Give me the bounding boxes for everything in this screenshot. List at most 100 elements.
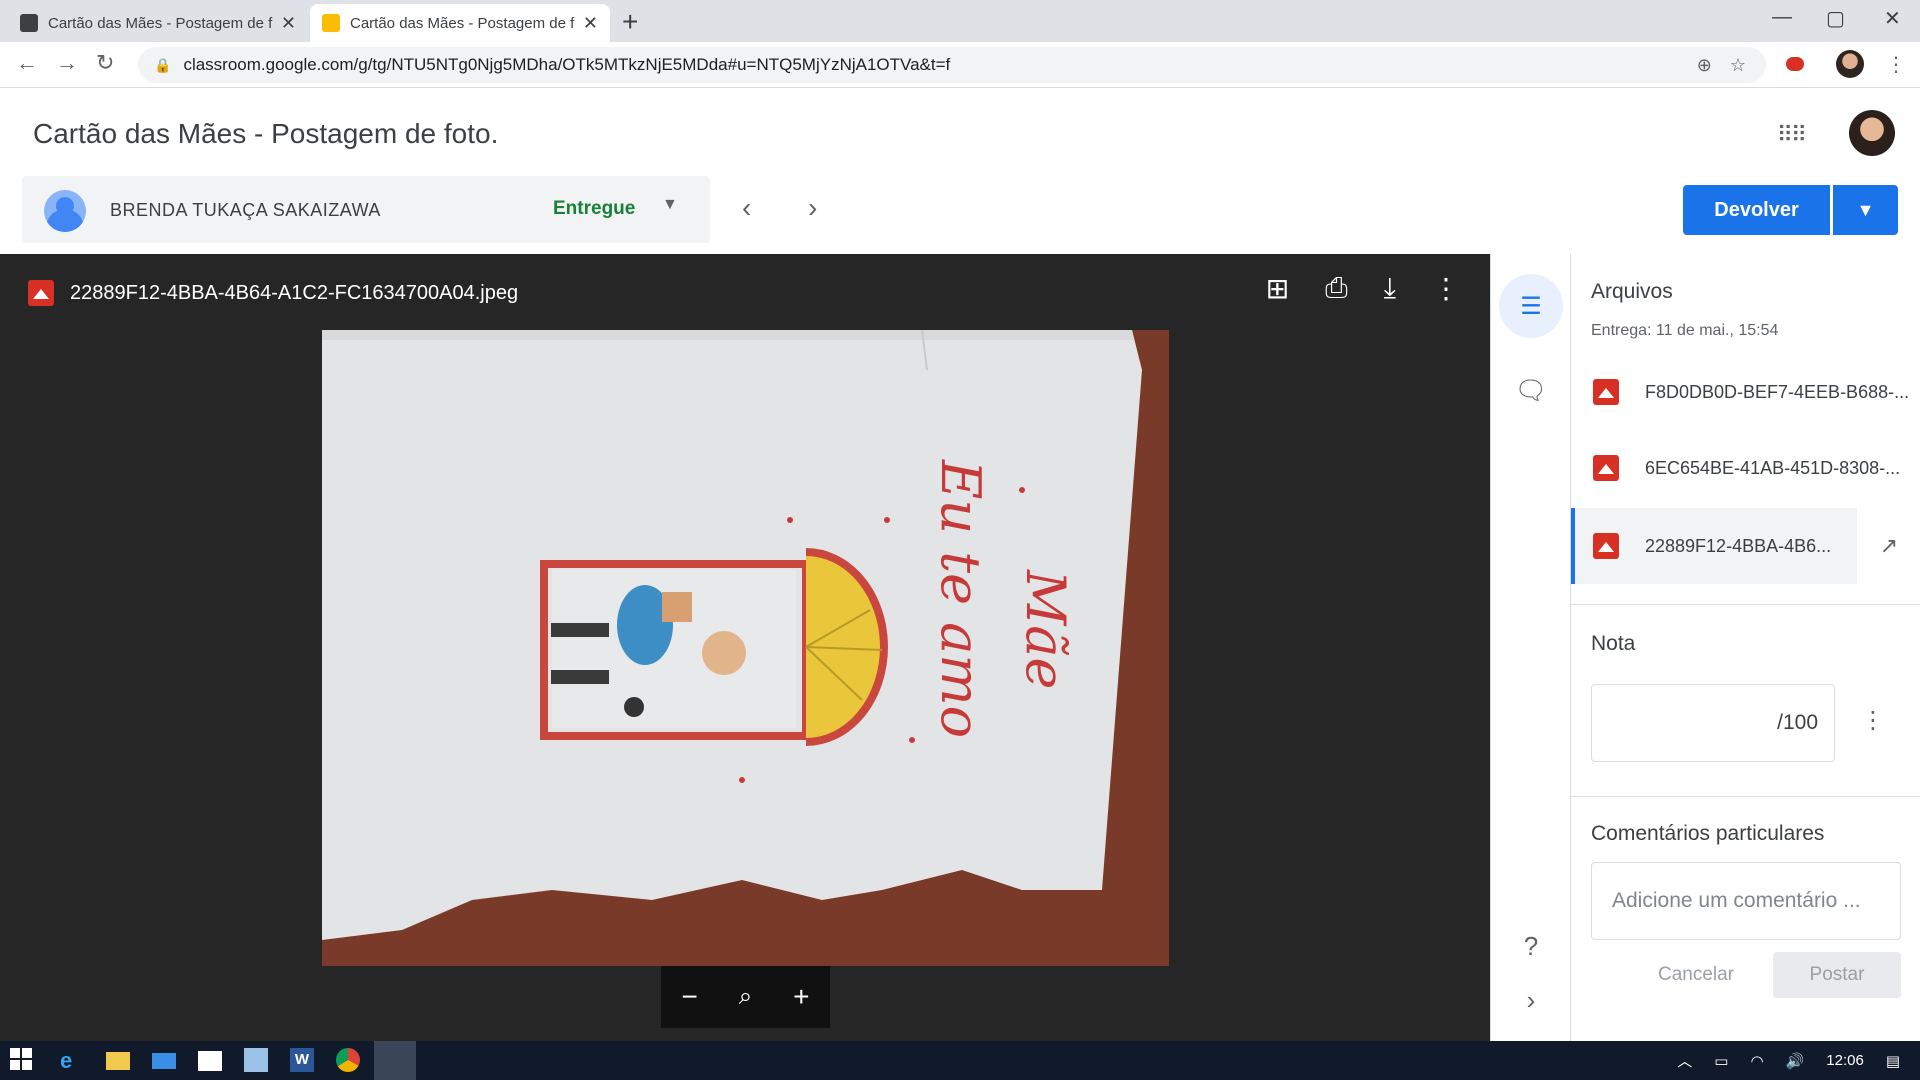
file-item[interactable]: 6EC654BE-41AB-451D-8308-...	[1571, 430, 1920, 506]
collapse-panel-icon[interactable]: ›	[1499, 972, 1563, 1028]
store-icon[interactable]	[198, 1051, 222, 1071]
minimize-button[interactable]: —	[1772, 6, 1792, 29]
zoom-out-icon[interactable]: −	[681, 981, 697, 1013]
maximize-button[interactable]: ▢	[1826, 6, 1845, 31]
grade-more-icon[interactable]: ⋮	[1861, 706, 1885, 735]
edge-icon[interactable]: e	[60, 1048, 84, 1073]
browser-tab[interactable]: Cartão das Mães - Postagem de f ✕	[8, 4, 308, 42]
page-title: Cartão das Mães - Postagem de foto.	[33, 118, 499, 149]
open-in-new-icon[interactable]: ↗	[1857, 508, 1920, 584]
url-text: classroom.google.com/g/tg/NTU5NTg0Njg5MD…	[183, 55, 951, 74]
tab-title: Cartão das Mães - Postagem de f	[350, 14, 575, 32]
back-icon[interactable]: ←	[16, 50, 38, 76]
viewer-file-header: 22889F12-4BBA-4B64-A1C2-FC1634700A04.jpe…	[28, 280, 518, 306]
chrome-active-icon[interactable]	[374, 1041, 416, 1080]
more-options-icon[interactable]: ⋮	[1432, 272, 1460, 305]
grade-input[interactable]: /100	[1591, 684, 1835, 762]
image-file-icon	[1593, 379, 1619, 405]
dropdown-caret-icon[interactable]: ▼	[662, 196, 678, 214]
file-name: F8D0DB0D-BEF7-4EEB-B688-...	[1645, 381, 1910, 402]
files-tab-icon[interactable]: ☰	[1499, 274, 1563, 338]
notifications-icon[interactable]: ▤	[1886, 1052, 1900, 1070]
close-window-button[interactable]: ✕	[1884, 6, 1901, 31]
tab-title: Cartão das Mães - Postagem de f	[48, 14, 273, 32]
battery-icon[interactable]: ▭	[1714, 1052, 1728, 1070]
svg-text:Eu te amo: Eu te amo	[929, 459, 992, 738]
cancel-button[interactable]: Cancelar	[1631, 952, 1761, 998]
reload-icon[interactable]: ↻	[96, 50, 114, 76]
grade-suffix: /100	[1777, 711, 1818, 734]
file-item-selected[interactable]: 22889F12-4BBA-4B6... ↗	[1571, 508, 1920, 584]
forward-icon[interactable]: →	[56, 50, 78, 76]
account-avatar[interactable]	[1849, 110, 1895, 156]
browser-menu-icon[interactable]: ⋮	[1886, 52, 1906, 77]
comments-tab-icon[interactable]: 🗨	[1499, 362, 1563, 418]
student-name: BRENDA TUKAÇA SAKAIZAWA	[110, 200, 381, 220]
extension-icon[interactable]	[1786, 57, 1804, 71]
chevron-down-icon: ▼	[1856, 199, 1875, 220]
apps-grid-icon[interactable]: ⠿⠿	[1777, 122, 1807, 148]
grade-heading: Nota	[1591, 632, 1636, 655]
classroom-favicon-icon	[20, 14, 38, 32]
submission-status: Entregue	[553, 198, 636, 219]
divider	[1571, 796, 1920, 797]
previous-student-icon[interactable]: ‹	[742, 192, 751, 224]
zoom-reset-icon[interactable]: ⌕	[739, 983, 752, 1011]
wifi-icon[interactable]: ◠	[1750, 1052, 1763, 1070]
chrome-icon[interactable]	[336, 1048, 360, 1072]
image-file-icon	[1593, 533, 1619, 559]
submitted-photo: Mãe Eu te amo	[322, 330, 1169, 966]
close-tab-icon[interactable]: ✕	[583, 13, 598, 34]
zoom-in-icon[interactable]: +	[793, 981, 809, 1013]
chevron-up-icon[interactable]: ︿	[1677, 1050, 1692, 1071]
close-tab-icon[interactable]: ✕	[281, 13, 296, 34]
divider	[1571, 604, 1920, 605]
new-tab-button[interactable]: +	[622, 6, 638, 38]
classroom-header: Cartão das Mães - Postagem de foto. ⠿⠿	[0, 88, 1920, 174]
browser-tab-strip: Cartão das Mães - Postagem de f ✕ Cartão…	[0, 0, 1920, 42]
post-button[interactable]: Postar	[1773, 952, 1901, 998]
print-icon[interactable]: ⎙	[1325, 272, 1347, 305]
browser-toolbar: ← → ↻ 🔒 classroom.google.com/g/tg/NTU5NT…	[0, 42, 1920, 88]
private-comments-heading: Comentários particulares	[1591, 822, 1825, 845]
student-selector[interactable]: BRENDA TUKAÇA SAKAIZAWA Entregue ▼	[22, 176, 710, 243]
return-button[interactable]: Devolver	[1683, 185, 1830, 235]
classroom-favicon-icon	[322, 14, 340, 32]
file-item[interactable]: F8D0DB0D-BEF7-4EEB-B688-...	[1571, 354, 1920, 430]
address-bar[interactable]: 🔒 classroom.google.com/g/tg/NTU5NTg0Njg5…	[138, 47, 1766, 83]
student-avatar	[44, 190, 86, 232]
word-icon[interactable]: W	[290, 1048, 314, 1072]
image-file-icon	[28, 280, 54, 306]
windows-taskbar: e W ︿ ▭ ◠ 🔊 12:06 ▤	[0, 1041, 1920, 1080]
file-name: 6EC654BE-41AB-451D-8308-...	[1645, 457, 1901, 478]
side-rail: ☰ 🗨 ? ›	[1490, 254, 1570, 1041]
next-student-icon[interactable]: ›	[808, 192, 817, 224]
file-viewer: 22889F12-4BBA-4B64-A1C2-FC1634700A04.jpe…	[0, 254, 1490, 1041]
browser-tab-active[interactable]: Cartão das Mães - Postagem de f ✕	[310, 4, 610, 42]
return-options-dropdown[interactable]: ▼	[1833, 185, 1898, 235]
file-explorer-icon[interactable]	[106, 1052, 130, 1070]
mail-icon[interactable]	[152, 1053, 176, 1069]
clock[interactable]: 12:06	[1826, 1052, 1864, 1069]
files-heading: Arquivos	[1591, 280, 1673, 303]
add-comment-icon[interactable]: ⊞	[1266, 272, 1289, 305]
comment-input[interactable]: Adicione um comentário ...	[1591, 862, 1901, 940]
windows-start-icon[interactable]	[10, 1048, 34, 1072]
file-name: 22889F12-4BBA-4B6...	[1645, 535, 1832, 556]
bookmark-star-icon[interactable]: ☆	[1730, 55, 1746, 76]
app-icon[interactable]	[244, 1048, 268, 1072]
submission-date: Entrega: 11 de mai., 15:54	[1591, 322, 1779, 339]
viewer-file-name: 22889F12-4BBA-4B64-A1C2-FC1634700A04.jpe…	[70, 281, 519, 304]
profile-avatar[interactable]	[1836, 50, 1864, 78]
grading-panel: Arquivos Entrega: 11 de mai., 15:54 F8D0…	[1570, 254, 1920, 1041]
svg-text:Mãe: Mãe	[1014, 569, 1077, 689]
download-icon[interactable]: ⤓	[1384, 272, 1396, 305]
volume-icon[interactable]: 🔊	[1786, 1052, 1805, 1070]
image-file-icon	[1593, 455, 1619, 481]
help-icon[interactable]: ?	[1499, 918, 1563, 974]
zoom-controls: − ⌕ +	[661, 966, 830, 1028]
system-tray: ︿ ▭ ◠ 🔊 12:06 ▤	[1677, 1041, 1920, 1080]
zoom-icon[interactable]: ⊕	[1697, 55, 1712, 76]
photo-drawing: Mãe Eu te amo	[322, 330, 1169, 966]
viewer-toolbar: ⊞ ⎙ ⤓ ⋮	[1266, 272, 1460, 305]
